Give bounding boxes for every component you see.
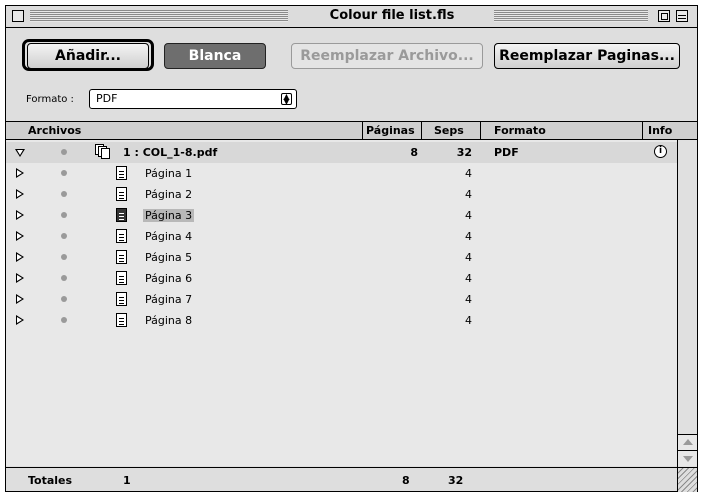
title-stripes-left: [30, 10, 288, 22]
file-row[interactable]: 1 : COL_1-8.pdf 8 32 PDF i: [6, 142, 677, 163]
column-separator: [362, 122, 363, 140]
page-row[interactable]: Página 7 4: [6, 289, 677, 310]
replace-pages-button[interactable]: Reemplazar Paginas...: [494, 43, 680, 69]
select-arrows-icon: ▲ ▼: [281, 93, 292, 106]
info-icon[interactable]: i: [654, 145, 667, 158]
status-dot-icon: [61, 149, 67, 155]
status-dot-icon: [61, 233, 67, 239]
scroll-down-button[interactable]: [678, 450, 697, 466]
list-rows: 1 : COL_1-8.pdf 8 32 PDF i Página 1 4 Pá…: [6, 140, 677, 467]
page-row[interactable]: Página 8 4: [6, 310, 677, 331]
page-row[interactable]: Página 4 4: [6, 226, 677, 247]
document-icon: [116, 271, 127, 285]
page-seps: 4: [465, 293, 472, 306]
file-list: Archivos Páginas Seps Formato Info 1 : C…: [6, 121, 697, 467]
page-row[interactable]: Página 6 4: [6, 268, 677, 289]
status-dot-icon: [61, 275, 67, 281]
disclosure-closed-icon[interactable]: [16, 252, 24, 262]
status-dot-icon: [61, 317, 67, 323]
zoom-box[interactable]: [658, 10, 670, 22]
multi-document-icon: [95, 144, 110, 160]
blank-button[interactable]: Blanca: [164, 43, 266, 69]
disclosure-closed-icon[interactable]: [16, 294, 24, 304]
header-format[interactable]: Formato: [494, 124, 546, 137]
column-separator: [480, 122, 481, 140]
page-name: Página 1: [145, 167, 193, 180]
page-name: Página 6: [145, 272, 193, 285]
disclosure-closed-icon[interactable]: [16, 273, 24, 283]
document-icon: [116, 292, 127, 306]
status-dot-icon: [61, 296, 67, 302]
format-label: Formato :: [26, 94, 74, 105]
disclosure-closed-icon[interactable]: [16, 231, 24, 241]
file-pages: 8: [410, 146, 418, 159]
add-button[interactable]: Añadir...: [27, 43, 149, 69]
title-bar[interactable]: Colour file list.fls: [6, 6, 697, 28]
column-separator: [421, 122, 422, 140]
page-seps: 4: [465, 251, 472, 264]
page-row[interactable]: Página 1 4: [6, 163, 677, 184]
page-seps: 4: [465, 167, 472, 180]
header-seps[interactable]: Seps: [434, 124, 464, 137]
page-name: Página 2: [145, 188, 193, 201]
page-row[interactable]: Página 2 4: [6, 184, 677, 205]
document-icon: [116, 166, 127, 180]
file-seps: 32: [456, 146, 472, 159]
page-row[interactable]: Página 5 4: [6, 247, 677, 268]
file-format: PDF: [494, 146, 519, 159]
disclosure-closed-icon[interactable]: [16, 168, 24, 178]
header-info[interactable]: Info: [648, 124, 672, 137]
page-seps: 4: [465, 209, 472, 222]
vertical-scrollbar[interactable]: [677, 140, 697, 467]
page-name: Página 7: [145, 293, 193, 306]
page-name: Página 5: [145, 251, 193, 264]
toolbar: Añadir... Blanca Reemplazar Archivo... R…: [6, 29, 697, 121]
window-title: Colour file list.fls: [329, 8, 455, 23]
document-icon: [116, 229, 127, 243]
document-icon: [116, 313, 127, 327]
title-stripes-right: [494, 10, 648, 22]
resize-grip-icon[interactable]: [677, 468, 697, 492]
scroll-down-arrow-icon: [683, 456, 693, 462]
format-select-value: PDF: [96, 92, 118, 105]
scroll-up-button[interactable]: [678, 434, 697, 450]
totals-seps: 32: [448, 474, 464, 487]
disclosure-closed-icon[interactable]: [16, 210, 24, 220]
status-dot-icon: [61, 191, 67, 197]
format-select[interactable]: PDF ▲ ▼: [89, 89, 297, 109]
document-icon: [116, 250, 127, 264]
status-dot-icon: [61, 170, 67, 176]
disclosure-closed-icon[interactable]: [16, 189, 24, 199]
totals-pages: 8: [402, 474, 410, 487]
status-dot-icon: [61, 212, 67, 218]
disclosure-open-icon[interactable]: [15, 149, 25, 157]
page-seps: 4: [465, 188, 472, 201]
file-list-window: Colour file list.fls Añadir... Blanca Re…: [5, 5, 698, 492]
totals-bar: Totales 1 8 32: [6, 467, 697, 492]
page-seps: 4: [465, 272, 472, 285]
totals-label: Totales: [28, 474, 73, 487]
file-name: 1 : COL_1-8.pdf: [123, 146, 218, 159]
header-pages[interactable]: Páginas: [366, 124, 415, 137]
column-separator: [642, 122, 643, 140]
page-row[interactable]: Página 3 4: [6, 205, 677, 226]
header-files[interactable]: Archivos: [28, 124, 81, 137]
disclosure-closed-icon[interactable]: [16, 315, 24, 325]
list-header: Archivos Páginas Seps Formato Info: [6, 122, 697, 140]
scroll-up-arrow-icon: [683, 439, 693, 445]
replace-file-button: Reemplazar Archivo...: [291, 43, 483, 69]
page-seps: 4: [465, 230, 472, 243]
status-dot-icon: [61, 254, 67, 260]
close-box[interactable]: [12, 10, 24, 22]
page-name: Página 3: [143, 209, 195, 222]
collapse-box[interactable]: [676, 10, 688, 22]
page-seps: 4: [465, 314, 472, 327]
document-icon: [116, 208, 127, 222]
page-name: Página 8: [145, 314, 193, 327]
document-icon: [116, 187, 127, 201]
totals-files: 1: [123, 474, 131, 487]
page-name: Página 4: [145, 230, 193, 243]
